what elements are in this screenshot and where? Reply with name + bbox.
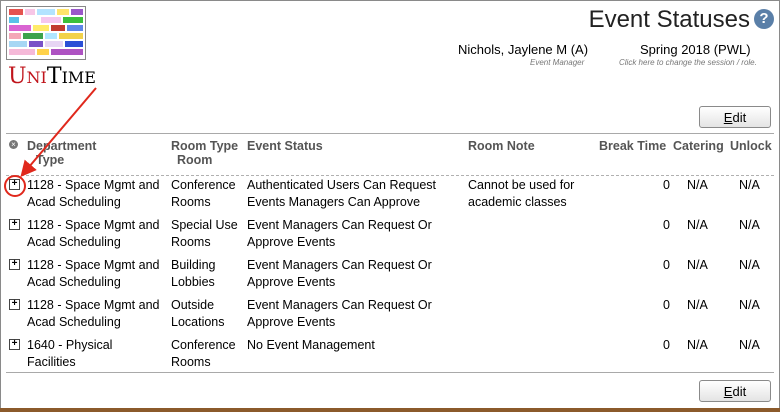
- annotation-arrow: [20, 87, 97, 178]
- annotation-circle: [4, 175, 26, 197]
